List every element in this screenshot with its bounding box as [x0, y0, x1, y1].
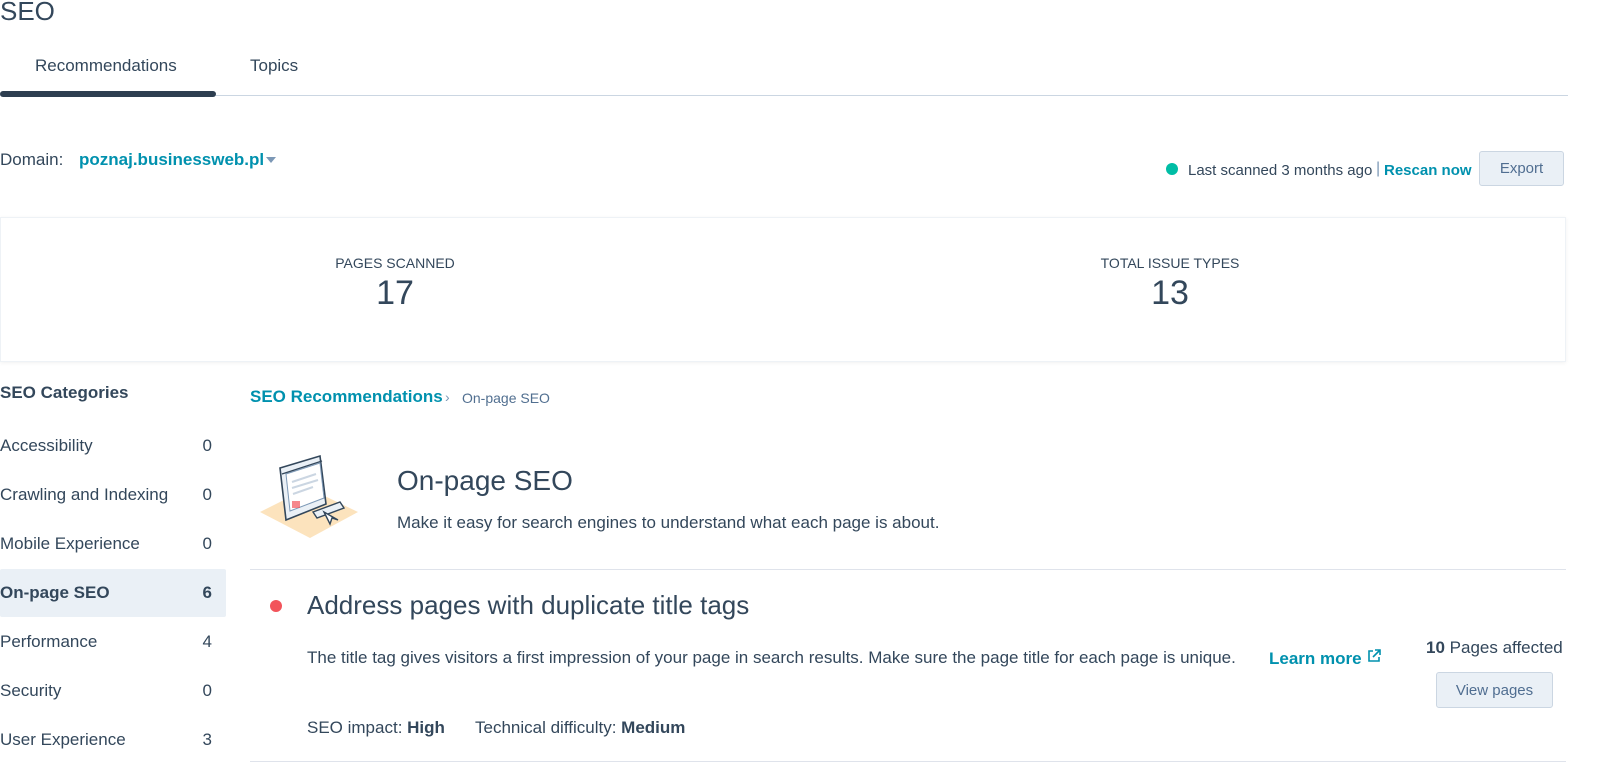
categories-heading: SEO Categories	[0, 383, 129, 402]
category-user-experience[interactable]: User Experience 3	[0, 716, 226, 764]
export-button[interactable]: Export	[1479, 151, 1564, 186]
category-mobile-experience[interactable]: Mobile Experience 0	[0, 520, 226, 568]
learn-more-label: Learn more	[1269, 648, 1362, 668]
technical-difficulty-value: Medium	[621, 718, 686, 737]
stats-card	[0, 217, 1566, 362]
scan-status-dot	[1166, 163, 1178, 175]
status-separator: |	[1376, 160, 1381, 177]
technical-difficulty-label: Technical difficulty:	[475, 718, 617, 737]
category-count: 3	[202, 730, 212, 749]
breadcrumb-separator: ›	[445, 389, 450, 405]
category-count: 0	[202, 436, 212, 455]
seo-impact-value: High	[407, 718, 445, 737]
pages-affected: 10 Pages affected	[1426, 638, 1563, 658]
technical-difficulty: Technical difficulty: Medium	[475, 718, 685, 738]
tab-recommendations[interactable]: Recommendations	[35, 56, 177, 76]
external-link-icon	[1366, 648, 1382, 669]
section-title: On-page SEO	[397, 465, 573, 496]
pages-scanned-value: 17	[376, 274, 414, 312]
seo-impact: SEO impact: High	[307, 718, 445, 738]
last-scanned-text: Last scanned 3 months ago	[1188, 162, 1373, 179]
category-count: 0	[202, 485, 212, 504]
tab-topics[interactable]: Topics	[250, 56, 298, 76]
category-label: Performance	[0, 632, 98, 651]
tabs-divider	[0, 95, 1568, 96]
category-performance[interactable]: Performance 4	[0, 618, 226, 666]
domain-label: Domain:	[0, 150, 64, 169]
pages-scanned-stat: PAGES SCANNED 17	[295, 255, 495, 313]
severity-indicator	[270, 600, 282, 612]
category-label: Accessibility	[0, 436, 93, 455]
seo-impact-label: SEO impact:	[307, 718, 403, 737]
issue-types-value: 13	[1151, 274, 1189, 312]
category-crawling-indexing[interactable]: Crawling and Indexing 0	[0, 471, 226, 519]
category-label: Crawling and Indexing	[0, 485, 169, 504]
divider	[250, 569, 1566, 570]
category-count: 0	[202, 681, 212, 700]
pages-affected-label: Pages affected	[1449, 638, 1563, 657]
category-count: 4	[202, 632, 212, 651]
page-title: SEO	[0, 0, 55, 26]
rescan-now-link[interactable]: Rescan now	[1384, 162, 1472, 179]
divider	[250, 761, 1566, 762]
recommendation-title: Address pages with duplicate title tags	[307, 590, 750, 620]
category-security[interactable]: Security 0	[0, 667, 226, 715]
category-label: Security	[0, 681, 62, 700]
category-label: On-page SEO	[0, 583, 110, 602]
category-count: 6	[202, 583, 212, 602]
section-description: Make it easy for search engines to under…	[397, 513, 940, 532]
breadcrumb-current: On-page SEO	[462, 390, 550, 406]
category-on-page-seo[interactable]: On-page SEO 6	[0, 569, 226, 617]
category-count: 0	[202, 534, 212, 553]
breadcrumb-seo-recommendations[interactable]: SEO Recommendations	[250, 387, 443, 407]
issue-types-stat: TOTAL ISSUE TYPES 13	[1050, 255, 1290, 313]
browser-window-illustration	[258, 454, 360, 548]
category-accessibility[interactable]: Accessibility 0	[0, 422, 226, 470]
domain-dropdown[interactable]: poznaj.businessweb.pl	[79, 150, 264, 170]
recommendation-description: The title tag gives visitors a first imp…	[307, 648, 1236, 667]
category-label: Mobile Experience	[0, 534, 140, 553]
active-tab-indicator	[0, 91, 216, 97]
learn-more-link[interactable]: Learn more	[1269, 648, 1382, 669]
pages-affected-count: 10	[1426, 638, 1445, 657]
chevron-down-icon[interactable]	[266, 157, 276, 163]
issue-types-label: TOTAL ISSUE TYPES	[1100, 255, 1240, 271]
category-label: User Experience	[0, 730, 126, 749]
pages-scanned-label: PAGES SCANNED	[335, 255, 455, 271]
view-pages-button[interactable]: View pages	[1436, 672, 1553, 708]
illustration-svg	[260, 454, 358, 538]
